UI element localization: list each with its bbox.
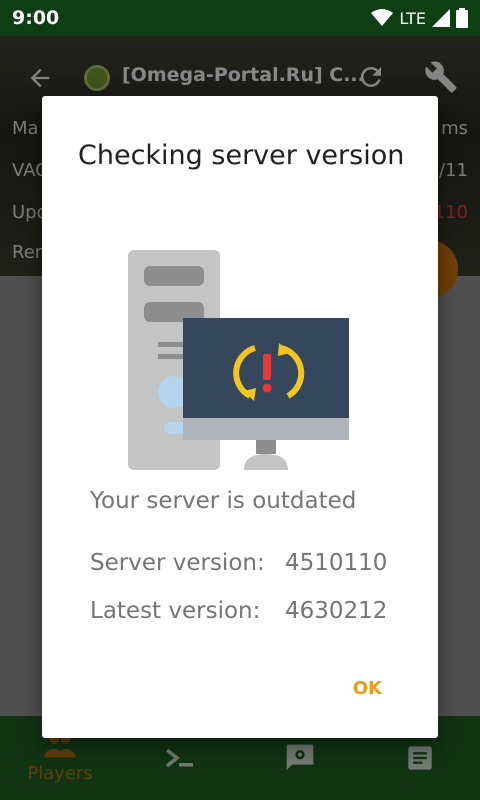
status-bar: 9:00 LTE [0,0,480,36]
latest-version-value: 4630212 [285,598,388,624]
dialog-message: Your server is outdated [90,488,357,514]
network-type: LTE [399,8,426,28]
version-check-dialog: Checking server version Your server is o… [42,96,438,738]
latest-version-label: Latest version: [90,598,261,624]
status-time: 9:00 [12,7,60,29]
server-version-label: Server version: [90,550,265,576]
wifi-icon [371,9,394,26]
dialog-title: Checking server version [78,140,405,171]
status-icons: LTE [371,8,468,28]
outdated-server-illustration [128,250,349,470]
ok-button[interactable]: OK [353,678,382,699]
battery-icon [456,8,468,28]
server-version-row: Server version: 4510110 [90,550,387,576]
server-version-value: 4510110 [285,550,388,576]
signal-icon [432,9,450,27]
latest-version-row: Latest version: 4630212 [90,598,387,624]
